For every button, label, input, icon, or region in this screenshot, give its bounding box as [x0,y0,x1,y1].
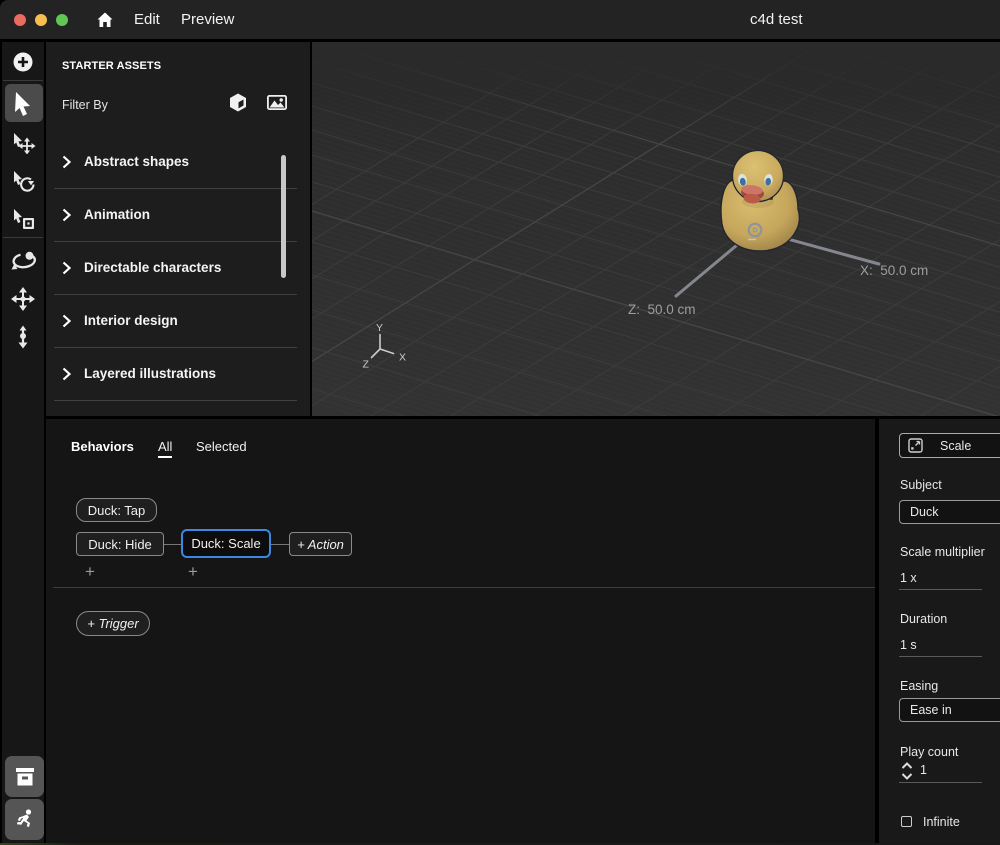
svg-text:Z: 50.0 cm: Z: 50.0 cm [628,302,696,317]
svg-text:X: X [399,352,406,364]
svg-text:Z: Z [363,359,370,371]
svg-text:X: 50.0 cm: X: 50.0 cm [860,263,928,278]
svg-text:Y: Y [376,322,383,334]
